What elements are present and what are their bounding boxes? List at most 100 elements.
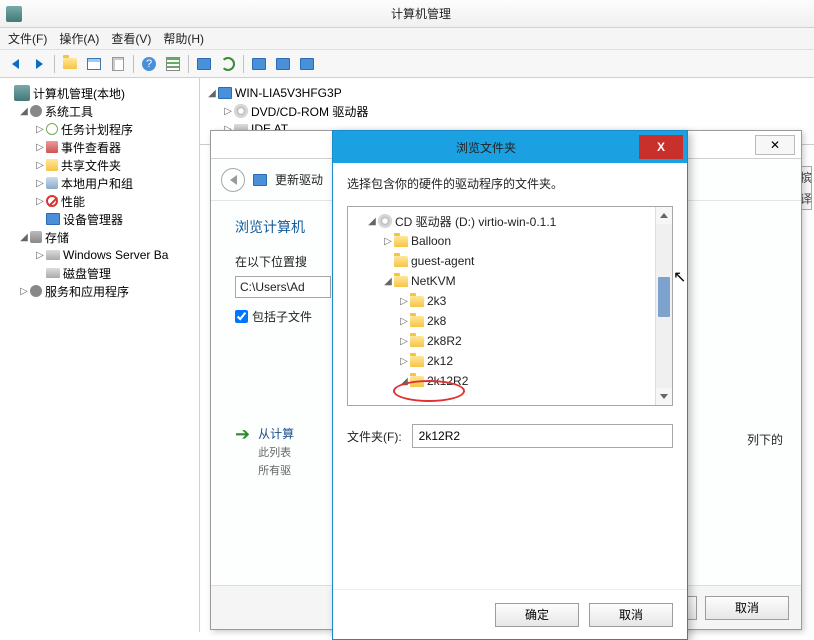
tree-storage[interactable]: ◢存储 bbox=[2, 228, 197, 246]
tree-root[interactable]: 计算机管理(本地) bbox=[2, 84, 197, 102]
menu-view[interactable]: 查看(V) bbox=[111, 30, 151, 47]
help-button[interactable]: ? bbox=[138, 53, 160, 75]
close-icon: X bbox=[657, 140, 665, 154]
disk-icon bbox=[46, 268, 60, 278]
browse-scrollbar[interactable] bbox=[655, 207, 672, 405]
disc-icon bbox=[234, 104, 248, 118]
folder-name-input[interactable] bbox=[412, 424, 673, 448]
computer-icon bbox=[14, 85, 30, 101]
main-window: 计算机管理 文件(F) 操作(A) 查看(V) 帮助(H) ? 计算机管理(本地… bbox=[0, 0, 814, 632]
scan-hardware-button[interactable] bbox=[193, 53, 215, 75]
folder-name-label: 文件夹(F): bbox=[347, 428, 402, 445]
enable-button[interactable] bbox=[296, 53, 318, 75]
tools-icon bbox=[30, 105, 42, 117]
share-icon bbox=[46, 159, 58, 171]
wizard-cancel-button[interactable]: 取消 bbox=[705, 596, 789, 620]
tree-2k3[interactable]: ▷2k3 bbox=[350, 291, 670, 311]
include-subfolders-box[interactable] bbox=[235, 310, 248, 323]
folder-icon bbox=[394, 276, 408, 287]
toolbar: ? bbox=[0, 50, 814, 78]
main-content-area: 计算机管理(本地) ◢系统工具 ▷任务计划程序 ▷事件查看器 ▷共享文件夹 ▷本… bbox=[0, 78, 814, 632]
uninstall-button[interactable] bbox=[248, 53, 270, 75]
pick-option-desc2: 所有驱 bbox=[258, 462, 294, 478]
folder-icon bbox=[410, 336, 424, 347]
scroll-thumb[interactable] bbox=[658, 277, 670, 317]
computer-icon bbox=[218, 87, 232, 99]
tree-windows-server-backup[interactable]: ▷Windows Server Ba bbox=[2, 246, 197, 264]
backup-icon bbox=[46, 250, 60, 260]
help-icon: ? bbox=[142, 57, 156, 71]
browse-prompt: 选择包含你的硬件的驱动程序的文件夹。 bbox=[347, 175, 673, 192]
tree-guest-agent[interactable]: guest-agent bbox=[350, 251, 670, 271]
tree-balloon[interactable]: ▷Balloon bbox=[350, 231, 670, 251]
menubar: 文件(F) 操作(A) 查看(V) 帮助(H) bbox=[0, 28, 814, 50]
folder-name-row: 文件夹(F): bbox=[347, 424, 673, 448]
mouse-cursor-icon: ↖ bbox=[673, 267, 686, 287]
window-title: 计算机管理 bbox=[28, 5, 814, 22]
tree-local-users[interactable]: ▷本地用户和组 bbox=[2, 174, 197, 192]
folder-icon bbox=[394, 256, 408, 267]
tree-2k12r2[interactable]: ◢2k12R2 bbox=[350, 371, 670, 391]
chevron-down-icon bbox=[660, 394, 668, 399]
device-dvd-node[interactable]: ▷DVD/CD-ROM 驱动器 bbox=[206, 102, 808, 120]
tree-disk-management[interactable]: 磁盘管理 bbox=[2, 264, 197, 282]
folder-icon bbox=[410, 296, 424, 307]
tree-device-manager[interactable]: 设备管理器 bbox=[2, 210, 197, 228]
browse-ok-button[interactable]: 确定 bbox=[495, 603, 579, 627]
wizard-back-button[interactable] bbox=[221, 168, 245, 192]
pick-option-title: 从计算 bbox=[258, 425, 294, 442]
browse-cancel-button[interactable]: 取消 bbox=[589, 603, 673, 627]
chevron-up-icon bbox=[660, 213, 668, 218]
up-button[interactable] bbox=[59, 53, 81, 75]
arrow-right-icon: ➔ bbox=[235, 425, 250, 443]
menu-file[interactable]: 文件(F) bbox=[8, 30, 47, 47]
properties-button[interactable] bbox=[107, 53, 129, 75]
include-subfolders-label: 包括子文件 bbox=[252, 308, 312, 325]
tree-task-scheduler[interactable]: ▷任务计划程序 bbox=[2, 120, 197, 138]
menu-help[interactable]: 帮助(H) bbox=[163, 30, 204, 47]
tree-cd-drive[interactable]: ◢CD 驱动器 (D:) virtio-win-0.1.1 bbox=[350, 211, 670, 231]
scroll-up-button[interactable] bbox=[656, 207, 672, 224]
storage-icon bbox=[30, 231, 42, 243]
folder-icon bbox=[410, 316, 424, 327]
tree-shared-folders[interactable]: ▷共享文件夹 bbox=[2, 156, 197, 174]
wizard-tail-text: 列下的 bbox=[747, 431, 783, 448]
device-host-node[interactable]: ◢WIN-LIA5V3HFG3P bbox=[206, 84, 808, 102]
tree-performance[interactable]: ▷性能 bbox=[2, 192, 197, 210]
scroll-down-button[interactable] bbox=[656, 388, 672, 405]
wizard-header-icon bbox=[253, 174, 267, 186]
tree-2k8[interactable]: ▷2k8 bbox=[350, 311, 670, 331]
back-arrow-icon bbox=[230, 175, 237, 185]
wizard-header-title: 更新驱动 bbox=[275, 171, 323, 188]
tree-system-tools[interactable]: ◢系统工具 bbox=[2, 102, 197, 120]
wizard-close-button[interactable]: ✕ bbox=[755, 135, 795, 155]
app-icon bbox=[6, 6, 22, 22]
tree-services-apps[interactable]: ▷服务和应用程序 bbox=[2, 282, 197, 300]
event-icon bbox=[46, 141, 58, 153]
menu-action[interactable]: 操作(A) bbox=[59, 30, 99, 47]
tree-netkvm[interactable]: ◢NetKVM bbox=[350, 271, 670, 291]
browse-titlebar[interactable]: 浏览文件夹 X bbox=[333, 131, 687, 163]
performance-icon bbox=[46, 195, 58, 207]
device-manager-icon bbox=[46, 213, 60, 225]
browse-body: 选择包含你的硬件的驱动程序的文件夹。 ◢CD 驱动器 (D:) virtio-w… bbox=[333, 163, 687, 460]
disable-button[interactable] bbox=[272, 53, 294, 75]
browse-close-button[interactable]: X bbox=[639, 135, 683, 159]
browse-title: 浏览文件夹 bbox=[333, 139, 639, 156]
show-hide-tree-button[interactable] bbox=[83, 53, 105, 75]
close-icon: ✕ bbox=[770, 138, 780, 152]
browse-folder-tree: ◢CD 驱动器 (D:) virtio-win-0.1.1 ▷Balloon g… bbox=[348, 207, 672, 405]
nav-forward-button[interactable] bbox=[28, 53, 50, 75]
search-location-input[interactable] bbox=[235, 276, 331, 298]
browse-tree-container: ◢CD 驱动器 (D:) virtio-win-0.1.1 ▷Balloon g… bbox=[347, 206, 673, 406]
nav-back-button[interactable] bbox=[4, 53, 26, 75]
tree-event-viewer[interactable]: ▷事件查看器 bbox=[2, 138, 197, 156]
tree-2k12[interactable]: ▷2k12 bbox=[350, 351, 670, 371]
toolbar-separator bbox=[133, 55, 134, 73]
refresh-button[interactable] bbox=[162, 53, 184, 75]
update-driver-button[interactable] bbox=[217, 53, 239, 75]
tree-2k8r2[interactable]: ▷2k8R2 bbox=[350, 331, 670, 351]
folder-icon bbox=[394, 236, 408, 247]
services-icon bbox=[30, 285, 42, 297]
pick-option-desc1: 此列表 bbox=[258, 444, 294, 460]
